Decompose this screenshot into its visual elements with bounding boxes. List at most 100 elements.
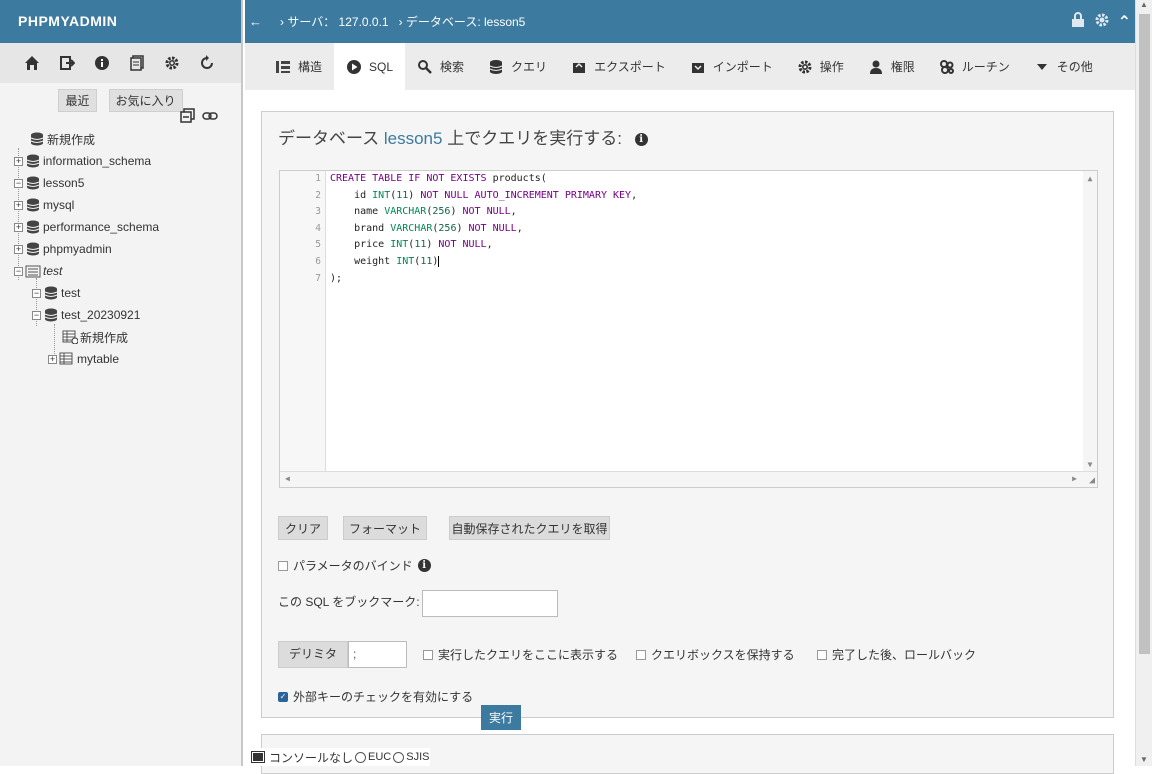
- bind-parameters-label: パラメータのバインド: [293, 559, 413, 573]
- gear-icon[interactable]: [1094, 12, 1110, 31]
- recent-button[interactable]: 最近: [58, 89, 97, 112]
- info-icon[interactable]: [92, 53, 112, 73]
- database-new-icon: [30, 132, 44, 146]
- tab-structure[interactable]: 構造: [263, 43, 334, 90]
- home-icon[interactable]: [22, 53, 42, 73]
- sql-code[interactable]: CREATE TABLE IF NOT EXISTS products( id …: [330, 171, 637, 287]
- info-icon[interactable]: i: [634, 133, 648, 147]
- collapse-icon[interactable]: −: [32, 310, 41, 320]
- console-label[interactable]: コンソール: [269, 749, 329, 766]
- tab-query[interactable]: クエリ: [476, 43, 559, 90]
- code-line: name VARCHAR(256) NOT NULL,: [330, 206, 517, 218]
- page-scrollbar-thumb[interactable]: [1139, 14, 1150, 654]
- code-line: weight INT(11): [330, 255, 440, 267]
- charset-sjis-label: SJIS: [406, 751, 430, 763]
- settings-icon[interactable]: [162, 53, 182, 73]
- title-prefix: データベース: [278, 129, 384, 148]
- tab-export[interactable]: エクスポート: [559, 43, 678, 90]
- tree-item-mysql[interactable]: + mysql: [12, 194, 242, 216]
- expand-icon[interactable]: +: [14, 222, 23, 232]
- delimiter-group: デリミタ ;: [278, 641, 407, 668]
- tab-label: 権限: [890, 60, 915, 74]
- database-group-icon: [25, 265, 41, 278]
- tab-import[interactable]: インポート: [678, 43, 785, 90]
- app-logo[interactable]: PHPMYADMIN: [0, 0, 241, 43]
- favorites-button[interactable]: お気に入り: [108, 89, 183, 112]
- tree-item-performance-schema[interactable]: + performance_schema: [12, 216, 242, 238]
- tab-label: クエリ: [511, 60, 548, 74]
- line-number: 3: [315, 206, 321, 218]
- info-icon[interactable]: i: [417, 559, 431, 572]
- tree-item-test[interactable]: − test: [12, 282, 242, 304]
- line-number: 1: [315, 173, 321, 184]
- breadcrumb-server[interactable]: › サーバ： 127.0.0.1: [280, 13, 389, 30]
- tab-operations[interactable]: 操作: [785, 43, 856, 90]
- tree-item-new-table[interactable]: 新規作成: [12, 326, 242, 348]
- clear-button[interactable]: クリア: [278, 516, 328, 540]
- tree-item-phpmyadmin[interactable]: + phpmyadmin: [12, 238, 242, 260]
- tab-routines[interactable]: ルーチン: [927, 43, 1022, 90]
- code-line: CREATE TABLE IF NOT EXISTS products(: [330, 173, 547, 184]
- charset-sjis-radio[interactable]: [393, 751, 405, 763]
- link-icon[interactable]: [202, 108, 218, 127]
- tree-item-test-20230921[interactable]: − test_20230921: [12, 304, 242, 326]
- delimiter-input[interactable]: ;: [348, 641, 407, 668]
- rollback-label: 完了した後、ロールバック: [832, 648, 977, 662]
- logout-icon[interactable]: [57, 53, 77, 73]
- expand-icon[interactable]: +: [48, 354, 57, 364]
- sql-editor[interactable]: 1 2 3 4 5 6 7 CREATE TABLE IF NOT EXISTS…: [279, 170, 1098, 488]
- lock-icon[interactable]: [1070, 12, 1086, 31]
- code-line: brand VARCHAR(256) NOT NULL,: [330, 222, 523, 234]
- tree-item-label: information_schema: [43, 154, 152, 168]
- expand-icon[interactable]: −: [14, 178, 23, 188]
- editor-horizontal-scrollbar[interactable]: ◀ ▶ ◢: [280, 471, 1097, 487]
- charset-euc-radio[interactable]: [355, 751, 367, 763]
- tab-search[interactable]: 検索: [405, 43, 476, 90]
- collapse-icon[interactable]: −: [14, 266, 23, 276]
- line-number-gutter: 1 2 3 4 5 6 7: [280, 171, 326, 471]
- tree-item-label: performance_schema: [43, 220, 160, 234]
- retain-box-checkbox[interactable]: [636, 649, 646, 660]
- tab-privileges[interactable]: 権限: [856, 43, 927, 90]
- go-button[interactable]: 実行: [481, 705, 521, 730]
- breadcrumb-database[interactable]: › データベース: lesson5: [399, 13, 526, 30]
- back-arrow-icon[interactable]: ←: [249, 14, 262, 29]
- collapse-top-icon[interactable]: ⌃: [1118, 12, 1131, 32]
- nav-icon-bar: [0, 43, 241, 83]
- get-autosaved-query-button[interactable]: 自動保存されたクエリを取得: [449, 516, 610, 540]
- database-icon: [489, 59, 503, 74]
- title-database-link[interactable]: lesson5: [384, 129, 443, 148]
- resize-handle-icon[interactable]: ◢: [1089, 475, 1095, 486]
- tree-item-information-schema[interactable]: + information_schema: [12, 150, 242, 172]
- console-icon[interactable]: [251, 751, 265, 763]
- collapse-icon[interactable]: −: [32, 288, 41, 298]
- editor-vertical-scrollbar[interactable]: ▲ ▼: [1083, 171, 1097, 471]
- bind-parameters-checkbox[interactable]: [278, 560, 288, 571]
- collapse-all-icon[interactable]: [180, 108, 196, 127]
- format-button[interactable]: フォーマット: [343, 516, 427, 540]
- expand-icon[interactable]: +: [14, 156, 23, 166]
- bookmark-input[interactable]: [422, 590, 558, 617]
- tree-item-new[interactable]: 新規作成: [12, 128, 242, 150]
- gear-icon: [798, 60, 812, 73]
- show-query-checkbox[interactable]: [423, 649, 433, 660]
- rollback-checkbox[interactable]: [817, 649, 827, 660]
- docs-icon[interactable]: [127, 53, 147, 73]
- tree-item-lesson5[interactable]: − lesson5: [12, 172, 242, 194]
- tab-more[interactable]: その他: [1022, 43, 1105, 90]
- search-icon: [418, 59, 432, 74]
- foreign-key-checkbox[interactable]: ✓: [278, 691, 288, 702]
- database-icon: [26, 198, 40, 212]
- page-scrollbar[interactable]: ▲ ▼: [1135, 0, 1152, 766]
- foreign-key-option: ✓ 外部キーのチェックを有効にする: [278, 688, 473, 705]
- tab-sql[interactable]: SQL: [334, 43, 406, 90]
- navigation-panel: PHPMYADMIN 最近 お気に入り 新規作成 + information_s…: [0, 0, 243, 766]
- bind-parameters-option: パラメータのバインド i: [278, 557, 431, 574]
- reload-icon[interactable]: [197, 53, 217, 73]
- expand-icon[interactable]: +: [14, 200, 23, 210]
- tree-item-test-group[interactable]: − test: [12, 260, 242, 282]
- database-icon: [26, 154, 40, 168]
- tree-item-mytable[interactable]: + mytable: [12, 348, 242, 370]
- expand-icon[interactable]: +: [14, 244, 23, 254]
- tree-item-label: lesson5: [43, 176, 85, 190]
